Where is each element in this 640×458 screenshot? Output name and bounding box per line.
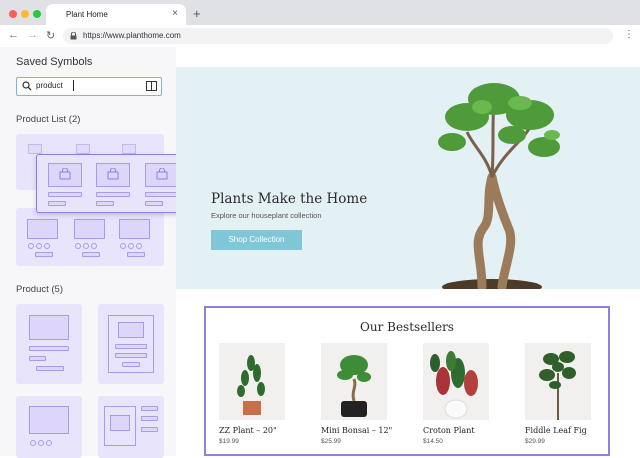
reload-icon[interactable]: ↻ bbox=[46, 29, 55, 42]
forward-arrow-icon[interactable]: → bbox=[27, 29, 38, 41]
search-icon bbox=[22, 81, 32, 91]
product-card-croton-plant[interactable]: Croton Plant $14.50 bbox=[423, 343, 491, 445]
tab-title: Plant Home bbox=[66, 10, 108, 19]
maximize-window-button[interactable] bbox=[33, 10, 41, 18]
product-price: $25.99 bbox=[321, 438, 341, 445]
mini-bonsai-image bbox=[321, 343, 387, 420]
product-name: Mini Bonsai – 12" bbox=[321, 426, 393, 435]
new-tab-button[interactable]: + bbox=[193, 6, 201, 21]
website-canvas: Plants Make the Home Explore our housepl… bbox=[176, 67, 640, 456]
bag-icon bbox=[156, 168, 168, 180]
menu-icon[interactable]: ⋮ bbox=[624, 29, 634, 40]
product-card-zz-plant[interactable]: ZZ Plant – 20" $19.99 bbox=[219, 343, 287, 445]
product-name: Croton Plant bbox=[423, 426, 475, 435]
minimize-window-button[interactable] bbox=[21, 10, 29, 18]
text-caret bbox=[73, 80, 74, 91]
bestsellers-title: Our Bestsellers bbox=[360, 320, 454, 334]
book-icon[interactable] bbox=[146, 81, 157, 91]
product-price: $14.50 bbox=[423, 438, 443, 445]
hero-title: Plants Make the Home bbox=[211, 191, 368, 207]
dragged-product-list-symbol[interactable] bbox=[36, 154, 192, 213]
product-card-fiddle-leaf-fig[interactable]: Fiddle Leaf Fig $29.99 bbox=[525, 343, 593, 445]
address-bar[interactable]: https://www.planthome.com bbox=[63, 28, 613, 44]
tab-close-button[interactable]: × bbox=[172, 8, 178, 19]
browser-toolbar: ← → ↻ https://www.planthome.com ⋮ bbox=[0, 25, 640, 47]
symbol-product-4[interactable] bbox=[98, 396, 164, 458]
search-value: product bbox=[36, 81, 63, 90]
zz-plant-image bbox=[219, 343, 285, 420]
product-card-mini-bonsai[interactable]: Mini Bonsai – 12" $25.99 bbox=[321, 343, 393, 445]
browser-chrome: Plant Home × + ← → ↻ https://www.plantho… bbox=[0, 0, 640, 47]
symbol-product-list-2[interactable] bbox=[16, 208, 164, 266]
close-window-button[interactable] bbox=[9, 10, 17, 18]
lock-icon bbox=[70, 32, 77, 40]
hero-banner: Plants Make the Home Explore our housepl… bbox=[176, 67, 640, 289]
product-name: Fiddle Leaf Fig bbox=[525, 426, 587, 435]
product-price: $19.99 bbox=[219, 438, 239, 445]
product-name: ZZ Plant – 20" bbox=[219, 426, 277, 435]
symbol-product-3[interactable] bbox=[16, 396, 82, 458]
symbol-product-1[interactable] bbox=[16, 304, 82, 384]
bag-icon bbox=[59, 168, 71, 180]
tab-plant-home[interactable]: Plant Home × bbox=[46, 4, 186, 25]
saved-symbols-panel: Saved Symbols product Product List (2) P… bbox=[0, 47, 176, 458]
bag-icon bbox=[107, 168, 119, 180]
hero-subtitle: Explore our houseplant collection bbox=[211, 211, 322, 220]
back-arrow-icon[interactable]: ← bbox=[8, 29, 19, 41]
search-input[interactable]: product bbox=[16, 77, 162, 96]
fiddle-leaf-fig-image bbox=[525, 343, 591, 420]
panel-title: Saved Symbols bbox=[16, 56, 93, 68]
croton-plant-image bbox=[423, 343, 489, 420]
symbol-product-2[interactable] bbox=[98, 304, 164, 384]
url-text: https://www.planthome.com bbox=[83, 31, 181, 40]
shop-collection-button[interactable]: Shop Collection bbox=[211, 230, 302, 250]
section-label-product-list: Product List (2) bbox=[16, 114, 81, 125]
section-label-product: Product (5) bbox=[16, 284, 63, 295]
product-price: $29.99 bbox=[525, 438, 545, 445]
bonsai-plant-image bbox=[438, 83, 560, 289]
bestsellers-section: Our Bestsellers ZZ Plant – 20" $19.99 Mi… bbox=[204, 306, 610, 456]
